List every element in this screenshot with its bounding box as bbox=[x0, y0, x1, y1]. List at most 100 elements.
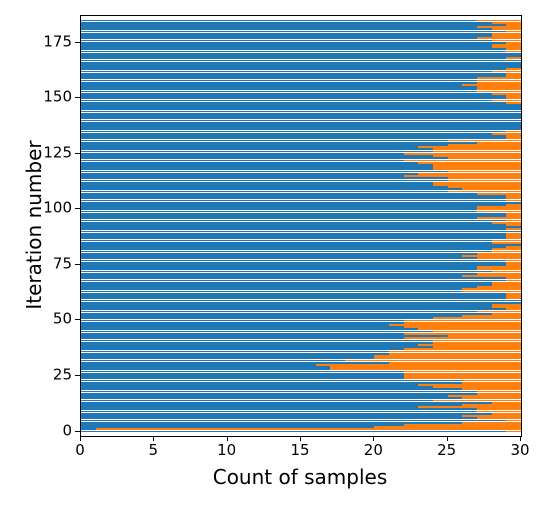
bar-primary bbox=[81, 53, 521, 55]
bar-secondary bbox=[433, 155, 521, 157]
y-tick-mark bbox=[75, 375, 80, 376]
bar-primary bbox=[81, 195, 506, 197]
bar-primary bbox=[81, 111, 521, 113]
plot-area bbox=[80, 15, 522, 437]
bar-primary bbox=[81, 408, 477, 410]
bar-secondary bbox=[433, 182, 521, 184]
bar-primary bbox=[81, 73, 506, 75]
bar-secondary bbox=[506, 31, 521, 33]
bar-primary bbox=[81, 353, 389, 355]
bar-secondary bbox=[492, 222, 521, 224]
bar-primary bbox=[81, 164, 433, 166]
bar-primary bbox=[81, 26, 477, 28]
bar-secondary bbox=[477, 411, 521, 413]
bar-secondary bbox=[448, 395, 521, 397]
bar-secondary bbox=[316, 364, 521, 366]
bar-primary bbox=[81, 431, 506, 433]
bar-primary bbox=[81, 37, 477, 39]
bar-secondary bbox=[477, 88, 521, 90]
bar-primary bbox=[81, 144, 448, 146]
y-tick-label: 125 bbox=[43, 145, 72, 160]
bar-secondary bbox=[492, 402, 521, 404]
bar-primary bbox=[81, 288, 462, 290]
bar-primary bbox=[81, 293, 506, 295]
bar-secondary bbox=[448, 171, 521, 173]
bar-secondary bbox=[374, 426, 521, 428]
bar-primary bbox=[81, 95, 506, 97]
bar-primary bbox=[81, 124, 521, 126]
bar-primary bbox=[81, 180, 448, 182]
bar-secondary bbox=[389, 353, 521, 355]
bar-secondary bbox=[477, 253, 521, 255]
bar-primary bbox=[81, 248, 492, 250]
bar-primary bbox=[81, 184, 433, 186]
bar-primary bbox=[81, 244, 521, 246]
bar-secondary bbox=[448, 144, 521, 146]
bar-primary bbox=[81, 328, 418, 330]
bar-primary bbox=[81, 220, 506, 222]
bar-primary bbox=[81, 317, 433, 319]
bar-secondary bbox=[506, 233, 521, 235]
bar-primary bbox=[81, 384, 418, 386]
bar-primary bbox=[81, 186, 448, 188]
bar-primary bbox=[81, 255, 462, 257]
bar-primary bbox=[81, 273, 477, 275]
bar-secondary bbox=[492, 22, 521, 24]
bar-primary bbox=[81, 108, 521, 110]
bar-secondary bbox=[477, 273, 521, 275]
bar-secondary bbox=[418, 328, 521, 330]
bar-primary bbox=[81, 160, 404, 162]
bar-primary bbox=[81, 268, 477, 270]
bar-secondary bbox=[404, 373, 521, 375]
bar-primary bbox=[81, 342, 433, 344]
bar-primary bbox=[81, 306, 492, 308]
bar-secondary bbox=[477, 268, 521, 270]
bar-primary bbox=[81, 40, 492, 42]
bar-secondary bbox=[477, 82, 521, 84]
bar-primary bbox=[81, 348, 404, 350]
bar-primary bbox=[81, 397, 462, 399]
bar-secondary bbox=[404, 175, 521, 177]
bar-secondary bbox=[506, 277, 521, 279]
y-tick-mark bbox=[75, 264, 80, 265]
bar-primary bbox=[81, 151, 433, 153]
bar-primary bbox=[81, 404, 462, 406]
bar-primary bbox=[81, 402, 492, 404]
bar-primary bbox=[81, 240, 492, 242]
bar-primary bbox=[81, 282, 492, 284]
bar-primary bbox=[81, 266, 477, 268]
bar-secondary bbox=[477, 26, 521, 28]
bar-primary bbox=[81, 106, 521, 108]
bar-secondary bbox=[462, 275, 521, 277]
bar-primary bbox=[81, 133, 492, 135]
bar-primary bbox=[81, 291, 462, 293]
bar-primary bbox=[81, 411, 477, 413]
bar-primary bbox=[81, 42, 506, 44]
bar-primary bbox=[81, 46, 492, 48]
y-tick-label: 0 bbox=[62, 423, 72, 438]
bar-secondary bbox=[448, 157, 521, 159]
bar-secondary bbox=[492, 240, 521, 242]
bar-secondary bbox=[404, 160, 521, 162]
bar-secondary bbox=[477, 311, 521, 313]
bar-primary bbox=[81, 197, 506, 199]
bar-secondary bbox=[506, 260, 521, 262]
bar-primary bbox=[81, 331, 433, 333]
bar-primary bbox=[81, 88, 477, 90]
bar-secondary bbox=[433, 168, 521, 170]
bar-primary bbox=[81, 322, 404, 324]
bar-primary bbox=[81, 191, 448, 193]
bar-secondary bbox=[448, 180, 521, 182]
bar-primary bbox=[81, 28, 492, 30]
bar-primary bbox=[81, 200, 506, 202]
x-tick-label: 15 bbox=[290, 443, 309, 458]
bar-secondary bbox=[506, 228, 521, 230]
bar-primary bbox=[81, 235, 506, 237]
x-tick-label: 5 bbox=[149, 443, 159, 458]
bar-primary bbox=[81, 102, 506, 104]
bar-primary bbox=[81, 62, 521, 64]
bar-primary bbox=[81, 413, 492, 415]
bar-primary bbox=[81, 131, 506, 133]
bar-secondary bbox=[506, 262, 521, 264]
bar-primary bbox=[81, 213, 506, 215]
